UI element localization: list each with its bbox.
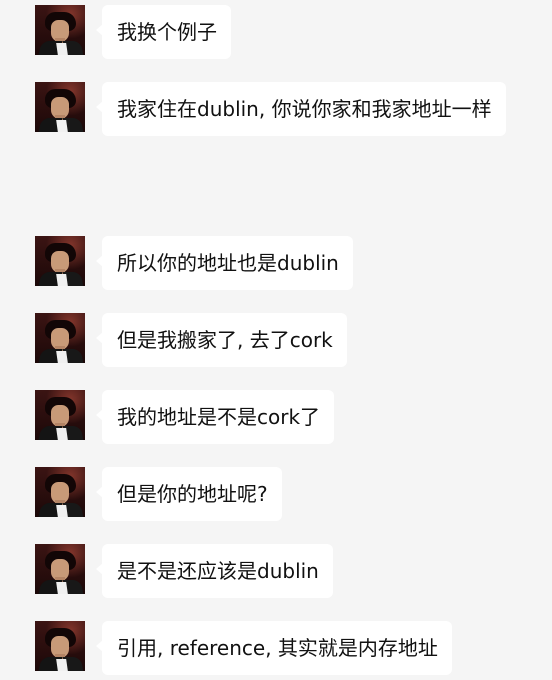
message-bubble[interactable]: 引用, reference, 其实就是内存地址 <box>96 621 452 675</box>
avatar[interactable] <box>35 390 85 440</box>
avatar[interactable] <box>35 621 85 671</box>
avatar-shirt <box>56 505 68 517</box>
message-text: 但是你的地址呢? <box>117 482 268 506</box>
avatar[interactable] <box>35 313 85 363</box>
message-bubble[interactable]: 我家住在dublin, 你说你家和我家地址一样 <box>96 82 506 136</box>
message-bubble[interactable]: 我的地址是不是cork了 <box>95 390 335 444</box>
avatar[interactable] <box>35 544 85 594</box>
message-bubble[interactable]: 但是我搬家了, 去了cork <box>96 313 347 367</box>
message-text: 引用, reference, 其实就是内存地址 <box>117 636 438 660</box>
message-text: 但是我搬家了, 去了cork <box>117 328 333 352</box>
avatar[interactable] <box>35 82 85 132</box>
message-bubble[interactable]: 但是你的地址呢? <box>96 467 282 521</box>
avatar-shirt <box>56 120 68 132</box>
message-text: 我的地址是不是cork了 <box>117 405 321 429</box>
message-bubble[interactable]: 是不是还应该是dublin <box>96 544 333 598</box>
avatar-shirt <box>56 659 68 671</box>
message-text: 我换个例子 <box>117 20 217 44</box>
message-bubble[interactable]: 我换个例子 <box>96 5 231 59</box>
message-text: 是不是还应该是dublin <box>117 559 319 583</box>
avatar-shirt <box>56 428 68 440</box>
message-text: 我家住在dublin, 你说你家和我家地址一样 <box>117 97 492 121</box>
avatar[interactable] <box>35 5 85 55</box>
avatar-shirt <box>56 351 68 363</box>
message-text: 所以你的地址也是dublin <box>117 251 339 275</box>
avatar-shirt <box>56 582 68 594</box>
chat-window: 我换个例子 我家住在dublin, 你说你家和我家地址一样 所以你的地址也是du… <box>0 0 552 680</box>
avatar[interactable] <box>35 236 85 286</box>
avatar-shirt <box>56 43 68 55</box>
message-bubble[interactable]: 所以你的地址也是dublin <box>96 236 353 290</box>
avatar[interactable] <box>35 467 85 517</box>
avatar-shirt <box>56 274 68 286</box>
